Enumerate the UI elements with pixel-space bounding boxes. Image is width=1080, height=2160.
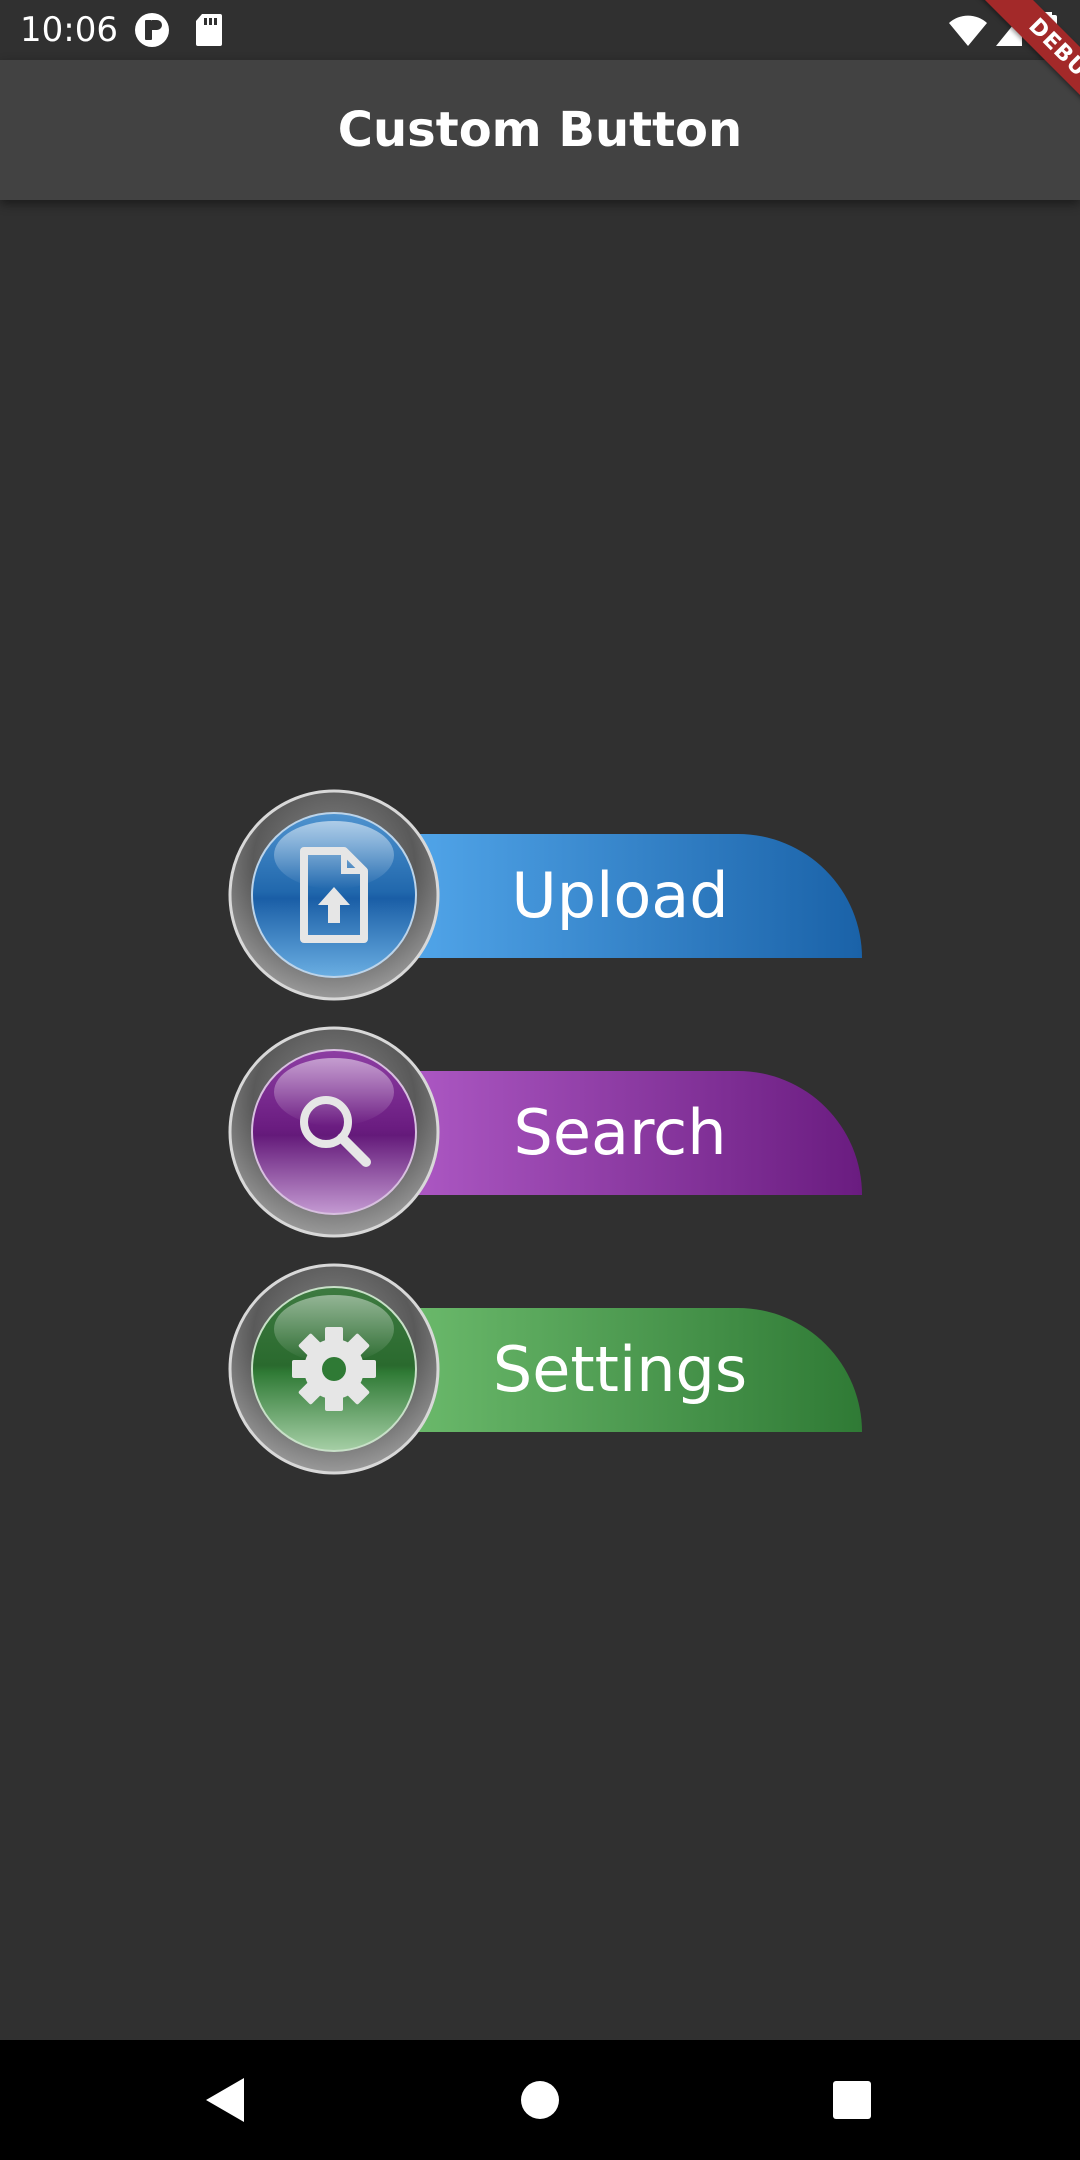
sd-card-icon — [194, 12, 224, 52]
app-bar: Custom Button — [0, 60, 1080, 200]
navigation-bar — [0, 2040, 1080, 2160]
gear-icon — [292, 1327, 376, 1411]
page-title: Custom Button — [337, 102, 743, 158]
status-time: 10:06 — [20, 10, 118, 50]
home-icon[interactable] — [510, 2070, 570, 2130]
cell-signal-icon — [994, 12, 1024, 52]
search-button[interactable]: Search — [228, 1026, 864, 1238]
recents-icon[interactable] — [822, 2070, 882, 2130]
search-button-label: Search — [513, 1096, 727, 1169]
battery-icon — [1038, 12, 1058, 52]
upload-button-label: Upload — [511, 859, 729, 932]
upload-button[interactable]: Upload — [228, 789, 864, 1001]
settings-orb — [228, 1263, 440, 1475]
main-content: Upload Search Settings — [0, 200, 1080, 2040]
settings-button-label: Settings — [492, 1333, 748, 1406]
app-notification-icon — [134, 12, 170, 52]
back-icon[interactable] — [196, 2070, 256, 2130]
wifi-icon — [948, 12, 988, 52]
status-bar: 10:06 — [0, 0, 1080, 60]
settings-button[interactable]: Settings — [228, 1263, 864, 1475]
upload-orb — [228, 789, 440, 1001]
search-orb — [228, 1026, 440, 1238]
